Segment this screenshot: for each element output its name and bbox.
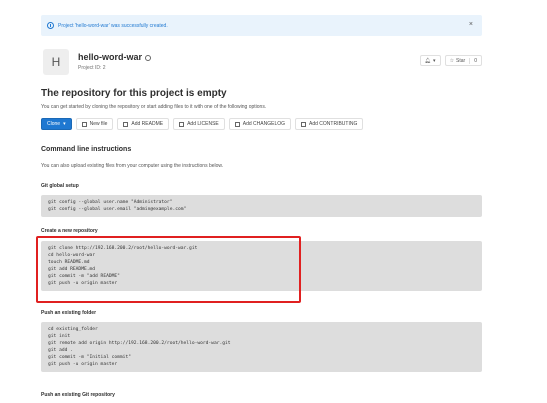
new-file-label: New file bbox=[89, 121, 108, 127]
add-contributing-label: Add CONTRIBUTING bbox=[309, 121, 358, 127]
star-icon: ☆ bbox=[449, 57, 455, 64]
add-readme-label: Add README bbox=[131, 121, 164, 127]
add-contributing-button[interactable]: Add CONTRIBUTING bbox=[295, 118, 364, 130]
add-license-button[interactable]: Add LICENSE bbox=[173, 118, 225, 130]
file-icon bbox=[123, 121, 129, 127]
code-line: git remote add origin http://192.168.200… bbox=[48, 341, 231, 346]
code-line: git config --global user.name "Administr… bbox=[48, 200, 173, 205]
add-changelog-label: Add CHANGELOG bbox=[242, 121, 286, 127]
chevron-down-icon: ▾ bbox=[63, 121, 66, 127]
code-block-existing-folder[interactable]: cd existing_folder git init git remote a… bbox=[41, 322, 482, 372]
project-name[interactable]: hello-word-war bbox=[78, 52, 142, 62]
cli-description: You can also upload existing files from … bbox=[41, 163, 224, 169]
code-line: git init bbox=[48, 334, 71, 339]
code-line: git commit -m "Initial commit" bbox=[48, 355, 131, 360]
flash-message: Project 'hello-word-war' was successfull… bbox=[58, 22, 168, 29]
section-heading-existing-repo: Push an existing Git repository bbox=[41, 392, 115, 398]
info-icon bbox=[47, 22, 54, 29]
file-icon bbox=[179, 121, 185, 127]
cli-title: Command line instructions bbox=[41, 146, 132, 153]
file-icon bbox=[301, 121, 307, 127]
empty-repo-description: You can get started by cloning the repos… bbox=[41, 104, 267, 110]
file-icon bbox=[81, 121, 87, 127]
bell-icon: 🔔︎ bbox=[424, 57, 432, 64]
section-heading-existing-folder: Push an existing folder bbox=[41, 310, 97, 316]
quick-actions: Clone ▾ New file Add README Add LICENSE … bbox=[41, 118, 364, 130]
project-title[interactable]: hello-word-war bbox=[78, 52, 152, 62]
header-actions: 🔔︎ ▾ ☆ Star 0 bbox=[419, 55, 482, 66]
flash-notice: Project 'hello-word-war' was successfull… bbox=[41, 15, 482, 36]
project-id: Project ID: 2 bbox=[78, 65, 106, 71]
section-heading-global-setup: Git global setup bbox=[41, 183, 79, 189]
notification-button[interactable]: 🔔︎ ▾ bbox=[419, 55, 441, 66]
add-license-label: Add LICENSE bbox=[187, 121, 219, 127]
file-icon bbox=[234, 121, 240, 127]
project-avatar: H bbox=[43, 49, 69, 75]
section-heading-new-repo: Create a new repository bbox=[41, 228, 98, 234]
star-button[interactable]: ☆ Star 0 bbox=[444, 55, 482, 66]
code-block-global-setup[interactable]: git config --global user.name "Administr… bbox=[41, 195, 482, 217]
star-label: Star bbox=[456, 57, 466, 64]
star-count: 0 bbox=[469, 57, 477, 64]
clone-button[interactable]: Clone ▾ bbox=[41, 118, 72, 130]
add-changelog-button[interactable]: Add CHANGELOG bbox=[228, 118, 292, 130]
clone-label: Clone bbox=[47, 121, 61, 127]
code-line: git add . bbox=[48, 348, 73, 353]
add-readme-button[interactable]: Add README bbox=[117, 118, 170, 130]
code-line: git config --global user.email "admin@ex… bbox=[48, 207, 187, 212]
code-line: cd existing_folder bbox=[48, 327, 98, 332]
new-file-button[interactable]: New file bbox=[75, 118, 114, 130]
code-line: git push -u origin master bbox=[48, 362, 118, 367]
empty-repo-title: The repository for this project is empty bbox=[41, 88, 227, 99]
red-highlight-box bbox=[36, 236, 301, 303]
notification-caret: ▾ bbox=[433, 57, 436, 64]
close-icon[interactable]: × bbox=[469, 21, 473, 28]
globe-icon bbox=[145, 54, 152, 61]
